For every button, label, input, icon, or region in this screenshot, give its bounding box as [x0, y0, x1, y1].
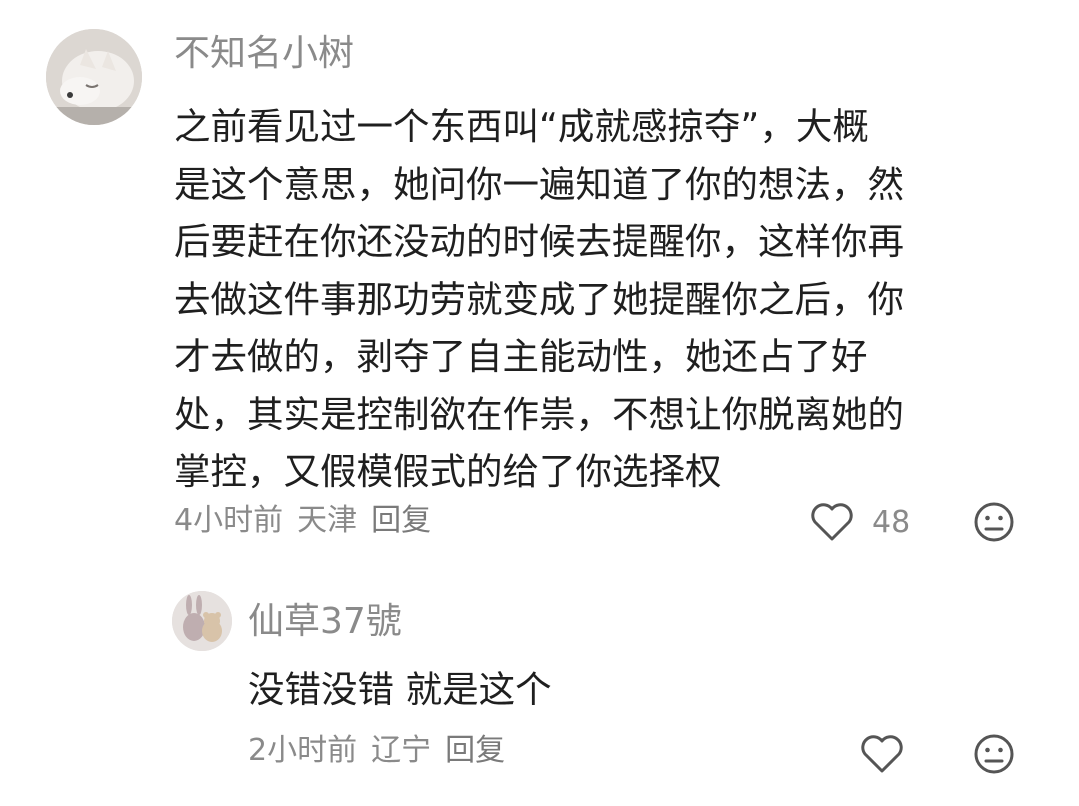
like-count: 48: [872, 504, 911, 540]
comment-meta: 4小时前 天津 回复: [174, 500, 445, 542]
comment-text-line: 后要赶在你还没动的时候去提醒你，这样你再: [174, 220, 904, 263]
dislike-button[interactable]: [972, 500, 1016, 544]
comment-meta: 2小时前 辽宁 回复: [248, 730, 519, 772]
comment-text-line: 去做这件事那功劳就变成了她提醒你之后，你: [174, 277, 904, 321]
neutral-face-icon: [974, 734, 1014, 774]
comment-text: 之前看见过一个东西叫“成就感掠夺”，大概 是这个意思，她问你一遍知道了你的想法，…: [174, 98, 1024, 501]
comment-text-line: 掌控，又假模假式的给了你选择权: [174, 450, 722, 493]
comment-text: 没错没错 就是这个: [248, 664, 552, 716]
reply-button[interactable]: 回复: [445, 733, 505, 768]
heart-outline-icon: [811, 503, 853, 541]
user-avatar[interactable]: [172, 591, 232, 651]
comment-text-line: 才去做的，剥夺了自主能动性，她还占了好: [174, 335, 868, 378]
comment-username[interactable]: 不知名小树: [174, 30, 354, 78]
heart-outline-icon: [861, 735, 903, 773]
comment-time: 2小时前: [248, 733, 358, 768]
comment-location: 天津: [297, 503, 358, 538]
like-button[interactable]: [860, 730, 904, 778]
neutral-face-icon: [974, 502, 1014, 542]
user-avatar[interactable]: [46, 29, 142, 125]
like-button[interactable]: 48: [810, 498, 910, 546]
comment-username[interactable]: 仙草37號: [248, 599, 402, 645]
dog-avatar-icon: [46, 29, 142, 125]
comment-text-line: 是这个意思，她问你一遍知道了你的想法，然: [174, 162, 904, 206]
reply-button[interactable]: 回复: [371, 503, 431, 538]
plush-toys-avatar-icon: [172, 591, 232, 651]
comment-text-line: 之前看见过一个东西叫“成就感掠夺”，大概: [174, 105, 869, 148]
comment-text-line: 处，其实是控制欲在作祟，不想让你脱离她的: [174, 392, 904, 436]
comment-text-line: 没错没错 就是这个: [248, 668, 552, 711]
comment-time: 4小时前: [174, 503, 284, 538]
comment-location: 辽宁: [371, 733, 432, 768]
dislike-button[interactable]: [972, 732, 1016, 776]
